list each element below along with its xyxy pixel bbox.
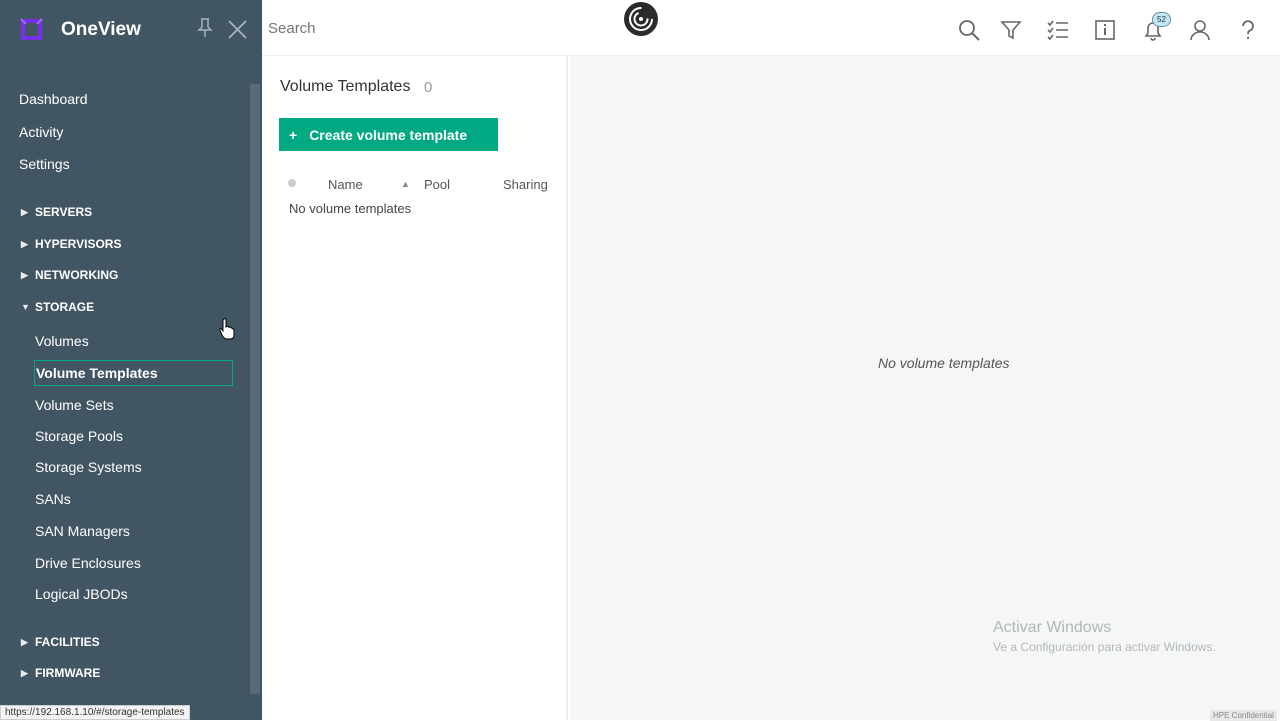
filter-icon[interactable] [999, 18, 1023, 42]
nav-item-storage-pools[interactable]: Storage Pools [35, 428, 123, 444]
classification-label: HPE Confidential [1210, 710, 1277, 721]
nav-item-drive-enclosures[interactable]: Drive Enclosures [35, 555, 141, 571]
nav-item-logical-jbods[interactable]: Logical JBODs [35, 586, 128, 602]
oneview-logo-icon [20, 18, 43, 40]
item-count: 0 [424, 79, 433, 96]
nav-item-activity[interactable]: Activity [19, 124, 63, 140]
notification-badge[interactable]: 52 [1152, 12, 1171, 27]
nav-item-dashboard[interactable]: Dashboard [19, 91, 88, 107]
column-header-sharing[interactable]: Sharing [503, 177, 548, 192]
detail-panel [570, 56, 1280, 720]
nav-category-networking[interactable]: ▶ NETWORKING [21, 268, 118, 282]
empty-list-message: No volume templates [289, 201, 412, 216]
nav-category-storage[interactable]: ▼ STORAGE [21, 300, 94, 314]
nav-item-sans[interactable]: SANs [35, 491, 71, 507]
nav-category-label: FIRMWARE [35, 666, 101, 680]
nav-item-volumes[interactable]: Volumes [35, 333, 89, 349]
nav-category-facilities[interactable]: ▶ FACILITIES [21, 635, 100, 649]
info-icon[interactable] [1093, 18, 1117, 42]
sidebar-scrollbar[interactable] [250, 84, 260, 694]
list-panel [262, 56, 568, 720]
checklist-icon[interactable] [1046, 18, 1070, 42]
sort-ascending-icon[interactable]: ▲ [401, 179, 410, 189]
app-name: OneView [61, 18, 141, 40]
nav-category-label: SERVERS [35, 205, 93, 219]
help-icon[interactable] [1236, 18, 1260, 42]
expand-arrow-icon: ▶ [21, 206, 28, 217]
search-icon[interactable] [957, 18, 981, 42]
nav-category-firmware[interactable]: ▶ FIRMWARE [21, 666, 100, 680]
status-column-icon [288, 179, 296, 187]
nav-category-hypervisors[interactable]: ▶ HYPERVISORS [21, 237, 121, 251]
nav-category-label: FACILITIES [35, 635, 100, 649]
nav-item-settings[interactable]: Settings [19, 156, 70, 172]
empty-detail-message: No volume templates [878, 355, 1010, 371]
user-icon[interactable] [1188, 18, 1212, 42]
nav-category-label: NETWORKING [35, 268, 119, 282]
nav-item-volume-sets[interactable]: Volume Sets [35, 397, 114, 413]
browser-status-url: https://192.168.1.10/#/storage-templates [0, 705, 190, 720]
close-icon[interactable] [228, 20, 247, 39]
windows-activation-text: Ve a Configuración para activar Windows. [993, 640, 1216, 654]
column-header-pool[interactable]: Pool [424, 177, 450, 192]
nav-item-san-managers[interactable]: SAN Managers [35, 523, 130, 539]
nav-category-label: HYPERVISORS [35, 237, 122, 251]
nav-item-storage-systems[interactable]: Storage Systems [35, 459, 142, 475]
expand-arrow-icon: ▶ [21, 269, 28, 280]
hand-cursor-icon [219, 318, 235, 340]
nav-item-volume-templates[interactable]: Volume Templates [34, 360, 233, 386]
nav-category-label: STORAGE [35, 300, 95, 314]
brand[interactable]: OneView [18, 16, 141, 43]
expand-arrow-icon: ▶ [21, 667, 28, 678]
column-header-name[interactable]: Name [328, 177, 363, 192]
expand-arrow-icon: ▶ [21, 636, 28, 647]
nav-category-servers[interactable]: ▶ SERVERS [21, 205, 92, 219]
expand-arrow-icon: ▶ [21, 238, 28, 249]
search-input[interactable] [268, 20, 468, 37]
create-button-label: Create volume template [309, 126, 468, 143]
create-volume-template-button[interactable]: + Create volume template [279, 118, 498, 151]
plus-icon: + [289, 126, 298, 143]
loading-spinner-icon [624, 2, 658, 36]
collapse-arrow-icon: ▼ [21, 302, 30, 312]
page-title: Volume Templates [280, 78, 411, 95]
pin-icon[interactable] [197, 18, 213, 38]
windows-activation-title: Activar Windows [993, 619, 1112, 636]
sidebar-nav: OneView Dashboard Activity Settings ▶ SE… [0, 0, 262, 720]
